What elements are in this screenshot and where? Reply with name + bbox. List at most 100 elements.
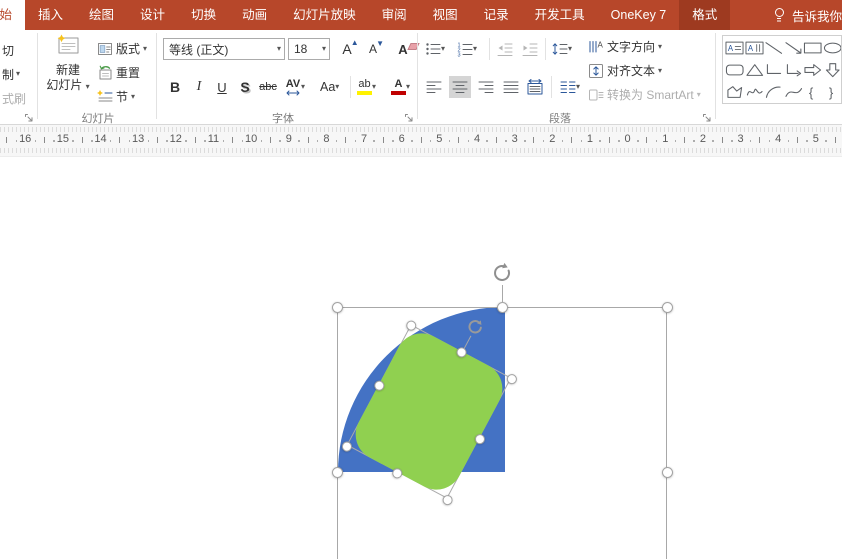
underline-button[interactable]: U — [211, 76, 233, 98]
strikethrough-button[interactable]: abc — [257, 76, 279, 98]
text-box-shape-button[interactable]: A — [725, 37, 745, 59]
right-arrow-shape-button[interactable] — [803, 59, 823, 81]
freeform-shape-button[interactable] — [725, 81, 745, 103]
tab-record[interactable]: 记录 — [471, 0, 522, 30]
rounded-rectangle-shape-button[interactable] — [725, 59, 745, 81]
selection-handle-mid-right[interactable] — [662, 467, 673, 478]
justify-button[interactable] — [500, 76, 522, 98]
tell-me-button[interactable]: 告诉我你 — [765, 0, 842, 30]
align-text-button[interactable]: 对齐文本▾ — [588, 60, 662, 81]
vertical-text-box-shape-button[interactable]: A — [745, 37, 765, 59]
ruler-tick — [609, 137, 610, 143]
bold-button[interactable]: B — [164, 76, 186, 98]
tab-review[interactable]: 审阅 — [369, 0, 420, 30]
columns-button[interactable]: ▾ — [558, 76, 582, 98]
ruler-number: 14 — [94, 133, 106, 145]
shrink-font-button[interactable]: A▼ — [362, 38, 384, 60]
layout-button[interactable]: 版式▾ — [97, 38, 147, 59]
ruler-dot — [91, 140, 93, 142]
ruler-number: 7 — [361, 133, 367, 145]
tab-home[interactable]: 开始 — [0, 0, 25, 30]
selection-handle-top-right[interactable] — [662, 302, 673, 313]
ruler-number: 4 — [775, 133, 781, 145]
font-size-combobox[interactable]: 18▾ — [288, 38, 330, 60]
line-shape-button[interactable] — [764, 37, 784, 59]
tab-slideshow[interactable]: 幻灯片放映 — [280, 0, 369, 30]
arrow-shape-button[interactable] — [784, 37, 804, 59]
convert-smartart-button[interactable]: 转换为 SmartArt▾ — [588, 84, 701, 105]
font-dialog-launcher[interactable] — [404, 113, 415, 124]
change-case-button[interactable]: Aa▾ — [318, 76, 341, 98]
down-arrow-shape-button[interactable] — [823, 59, 842, 81]
ruler-dot — [750, 140, 752, 142]
rectangle-shape-button[interactable] — [803, 37, 823, 59]
font-color-button[interactable]: A ▾ — [389, 76, 412, 98]
grow-font-button[interactable]: A▲ — [336, 38, 358, 60]
left-brace-shape-button[interactable]: { — [803, 81, 823, 103]
ruler-tick — [797, 137, 798, 143]
elbow-connector-shape-button[interactable] — [764, 59, 784, 81]
align-center-icon — [452, 79, 468, 95]
arc-shape-button[interactable] — [764, 81, 784, 103]
align-center-button[interactable] — [449, 76, 471, 98]
tab-developer[interactable]: 开发工具 — [522, 0, 598, 30]
increase-indent-button[interactable] — [519, 38, 541, 60]
ruler-dot — [788, 140, 790, 142]
tab-draw[interactable]: 绘图 — [76, 0, 127, 30]
clipboard-dialog-launcher[interactable] — [24, 113, 35, 124]
ruler-number: 1 — [587, 133, 593, 145]
bullets-icon — [425, 41, 441, 57]
italic-button[interactable]: I — [188, 76, 210, 98]
ruler-dot — [261, 140, 263, 142]
curve-shape-button[interactable] — [784, 81, 804, 103]
ruler-dot — [468, 140, 470, 142]
tab-view[interactable]: 视图 — [420, 0, 471, 30]
copy-button[interactable]: 制▾ — [2, 64, 20, 84]
bold-icon: B — [170, 79, 180, 95]
selection-handle-mid-left[interactable] — [332, 467, 343, 478]
text-direction-icon: A — [588, 39, 604, 55]
line-spacing-icon — [552, 41, 568, 57]
new-slide-button[interactable]: 新建 幻灯片 ▾ — [42, 34, 94, 120]
cut-button[interactable]: 切 — [2, 40, 14, 60]
text-shadow-button[interactable]: S — [234, 76, 256, 98]
reset-button[interactable]: 重置 — [97, 62, 140, 83]
tab-transitions[interactable]: 切换 — [178, 0, 229, 30]
numbering-button[interactable]: 123▾ — [455, 38, 479, 60]
decrease-indent-button[interactable] — [494, 38, 516, 60]
text-direction-button[interactable]: A文字方向▾ — [588, 36, 662, 57]
rotate-handle-icon[interactable] — [491, 262, 513, 284]
format-painter-button[interactable]: 式刷 — [2, 88, 26, 108]
distribute-text-button[interactable] — [524, 76, 546, 98]
layout-label: 版式 — [116, 40, 140, 57]
chevron-down-icon: ▾ — [16, 70, 20, 78]
align-right-button[interactable] — [475, 76, 497, 98]
tab-format[interactable]: 格式 — [679, 0, 730, 30]
section-label: 节 — [116, 88, 128, 105]
text-highlight-button[interactable]: ab ▾ — [355, 76, 378, 98]
ruler-dot — [581, 140, 583, 142]
selection-handle-top-mid[interactable] — [497, 302, 508, 313]
increase-indent-icon — [522, 41, 538, 57]
scribble-shape-button[interactable] — [745, 81, 765, 103]
selection-handle-top-left[interactable] — [332, 302, 343, 313]
ruler-number: 2 — [700, 133, 706, 145]
tab-onekey[interactable]: OneKey 7 — [598, 0, 680, 30]
triangle-shape-button[interactable] — [745, 59, 765, 81]
right-brace-shape-button[interactable]: } — [823, 81, 842, 103]
tab-insert[interactable]: 插入 — [25, 0, 76, 30]
oval-shape-button[interactable] — [823, 37, 842, 59]
character-spacing-button[interactable]: AV ▾ — [283, 76, 307, 98]
tab-design[interactable]: 设计 — [127, 0, 178, 30]
elbow-arrow-connector-shape-button[interactable] — [784, 59, 804, 81]
clear-formatting-button[interactable]: A — [392, 38, 414, 60]
font-name-combobox[interactable]: 等线 (正文)▾ — [163, 38, 285, 60]
line-spacing-button[interactable]: ▾ — [550, 38, 574, 60]
bullets-button[interactable]: ▾ — [423, 38, 447, 60]
underline-icon: U — [217, 80, 226, 95]
ruler-dot — [223, 140, 225, 142]
section-button[interactable]: 节▾ — [97, 86, 135, 107]
align-left-button[interactable] — [423, 76, 445, 98]
paragraph-dialog-launcher[interactable] — [702, 113, 713, 124]
tab-animations[interactable]: 动画 — [229, 0, 280, 30]
